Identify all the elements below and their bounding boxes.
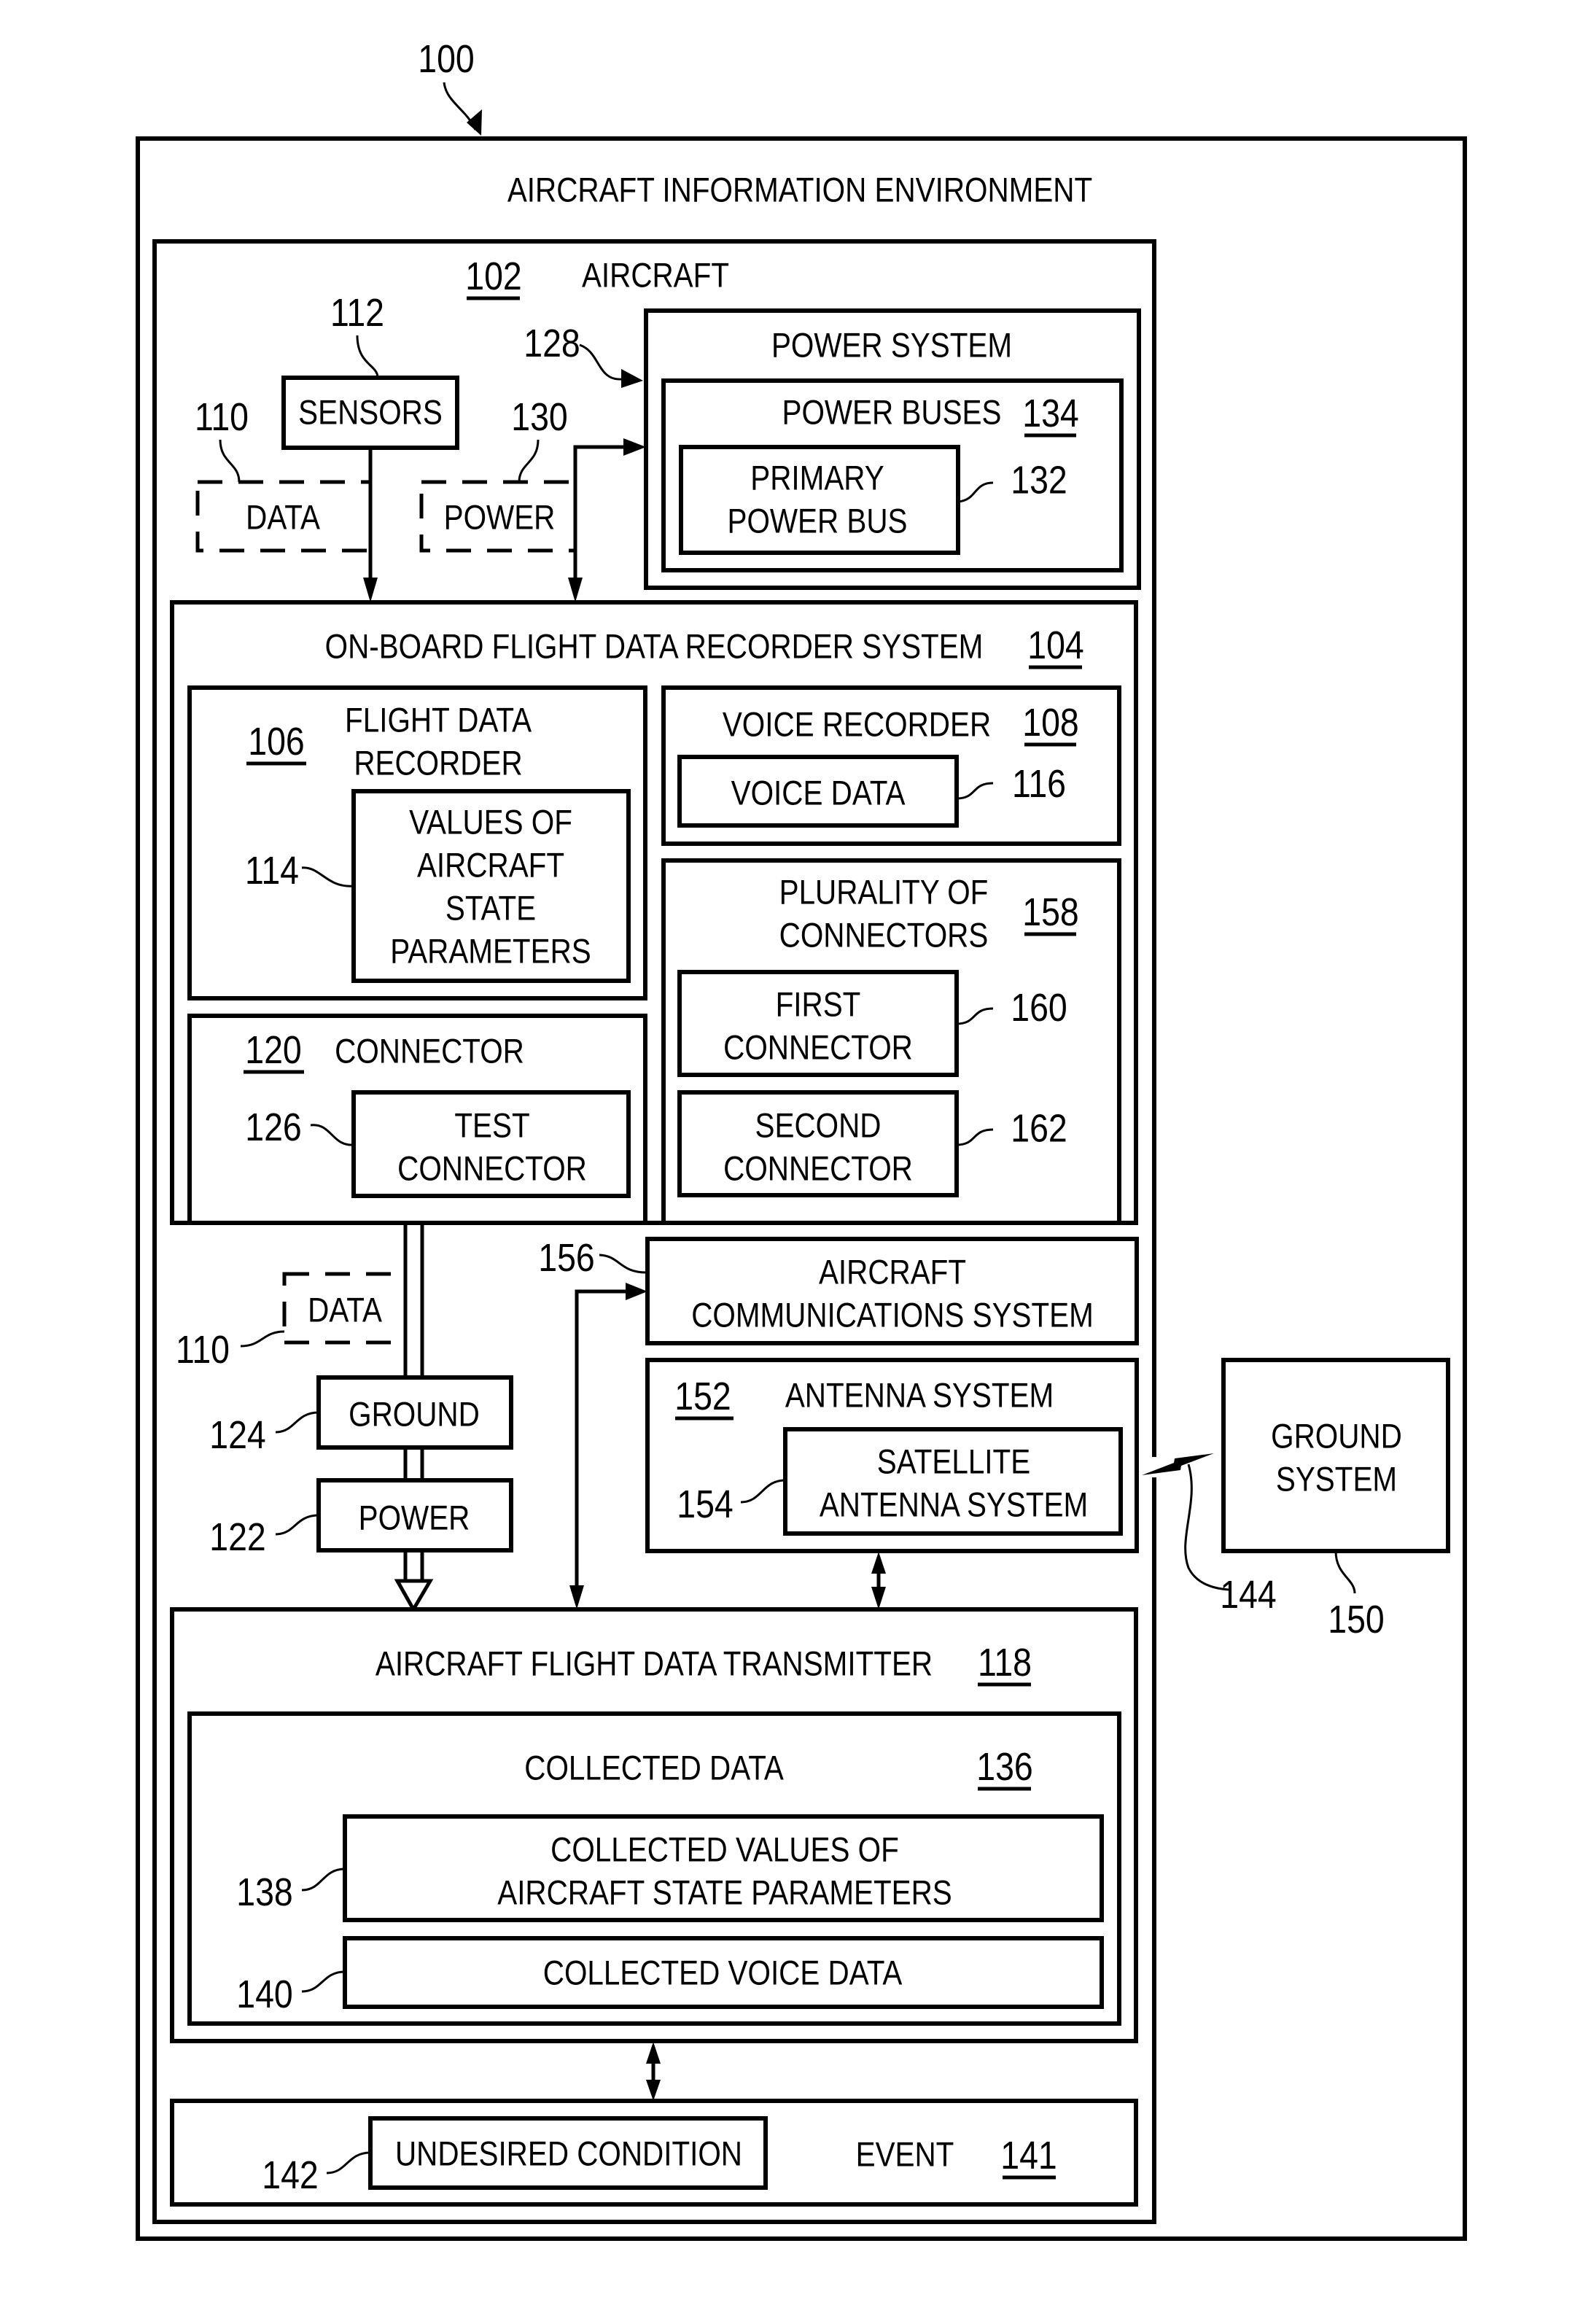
collected-voice-label: COLLECTED VOICE DATA: [543, 1954, 903, 1993]
communications-line-1: AIRCRAFT: [819, 1254, 966, 1292]
fdr-line-1: FLIGHT DATA: [345, 702, 532, 740]
values-line-1: VALUES OF: [409, 804, 572, 842]
ref-154: 154: [677, 1481, 733, 1526]
ref-130: 130: [511, 394, 567, 438]
event-label: EVENT: [856, 2136, 954, 2175]
voice-recorder-label: VOICE RECORDER: [723, 706, 991, 745]
connector-label: CONNECTOR: [335, 1033, 524, 1071]
plurality-line-1: PLURALITY OF: [779, 874, 989, 912]
plurality-line-2: CONNECTORS: [779, 917, 989, 955]
block-diagram: 100 AIRCRAFT INFORMATION ENVIRONMENT 102…: [136, 36, 1467, 2241]
satellite-line-2: ANTENNA SYSTEM: [820, 1486, 1088, 1525]
ref-124: 124: [209, 1412, 265, 1456]
ref-102: 102: [465, 253, 521, 298]
primary-power-bus-line-2: POWER BUS: [727, 502, 907, 541]
ref-122: 122: [209, 1514, 265, 1558]
undesired-condition-label: UNDESIRED CONDITION: [395, 2135, 742, 2174]
test-connector-line-1: TEST: [454, 1107, 529, 1146]
ref-114: 114: [245, 847, 299, 892]
environment-title: AIRCRAFT INFORMATION ENVIRONMENT: [507, 171, 1092, 210]
ref-134: 134: [1022, 390, 1078, 435]
ref-118: 118: [978, 1639, 1032, 1684]
ref-136: 136: [976, 1744, 1032, 1788]
values-line-2: AIRCRAFT: [417, 847, 564, 885]
ref-140: 140: [236, 1971, 292, 2016]
ref-116: 116: [1012, 761, 1066, 805]
ref-132: 132: [1011, 457, 1067, 502]
ref-142: 142: [262, 2152, 318, 2196]
ref-104: 104: [1027, 622, 1083, 667]
test-connector-line-2: CONNECTOR: [397, 1150, 587, 1189]
ref-160: 160: [1011, 984, 1067, 1029]
voice-data-label: VOICE DATA: [731, 774, 906, 813]
aircraft-label: AIRCRAFT: [582, 257, 729, 295]
fdr-system-label: ON-BOARD FLIGHT DATA RECORDER SYSTEM: [325, 628, 984, 667]
ref-156: 156: [538, 1235, 594, 1279]
ref-141: 141: [1000, 2132, 1057, 2177]
values-line-3: STATE: [445, 890, 536, 928]
power-mid-label: POWER: [359, 1499, 470, 1538]
ref-144: 144: [1220, 1571, 1276, 1616]
collected-data-label: COLLECTED DATA: [524, 1749, 784, 1788]
values-line-4: PARAMETERS: [390, 933, 591, 971]
ref-150: 150: [1328, 1596, 1384, 1641]
ground-label: GROUND: [349, 1396, 480, 1434]
ground-system-line-2: SYSTEM: [1276, 1461, 1397, 1499]
communications-line-2: COMMUNICATIONS SYSTEM: [691, 1297, 1094, 1335]
arrowhead-100: [467, 109, 482, 136]
ref-100: 100: [418, 36, 474, 80]
ref-112: 112: [330, 289, 384, 334]
data-mid-label: DATA: [308, 1291, 382, 1330]
power-buses-label: POWER BUSES: [782, 394, 1002, 432]
transmitter-label: AIRCRAFT FLIGHT DATA TRANSMITTER: [376, 1645, 933, 1684]
ref-106: 106: [248, 718, 304, 763]
ground-system-line-1: GROUND: [1271, 1418, 1402, 1456]
second-connector-line-1: SECOND: [755, 1107, 882, 1146]
fdr-line-2: RECORDER: [354, 745, 522, 783]
second-connector-line-2: CONNECTOR: [723, 1150, 913, 1189]
primary-power-bus-line-1: PRIMARY: [750, 459, 884, 498]
aircraft-border-gap: [1149, 1457, 1159, 1477]
collected-values-line-2: AIRCRAFT STATE PARAMETERS: [497, 1874, 952, 1913]
ref-110-mid: 110: [176, 1326, 230, 1371]
ref-152: 152: [674, 1373, 731, 1418]
ref-138: 138: [236, 1869, 292, 1913]
ref-120: 120: [245, 1027, 301, 1071]
satellite-line-1: SATELLITE: [877, 1443, 1030, 1482]
ref-158: 158: [1022, 889, 1078, 933]
ref-108: 108: [1022, 699, 1078, 744]
ref-162: 162: [1011, 1105, 1067, 1150]
ref-126: 126: [245, 1104, 301, 1149]
ref-128: 128: [524, 320, 580, 365]
sensors-label: SENSORS: [298, 394, 443, 432]
antenna-system-label: ANTENNA SYSTEM: [785, 1377, 1054, 1415]
first-connector-line-2: CONNECTOR: [723, 1029, 913, 1068]
first-connector-line-1: FIRST: [776, 986, 861, 1025]
power-top-label: POWER: [444, 499, 556, 537]
aircraft: 102 AIRCRAFT 112 SENSORS 110 DATA 130 PO…: [152, 239, 1156, 2224]
collected-values-line-1: COLLECTED VALUES OF: [550, 1831, 899, 1870]
ref-110-top: 110: [195, 394, 249, 438]
power-system-label: POWER SYSTEM: [771, 327, 1012, 365]
data-top-label: DATA: [246, 499, 320, 537]
